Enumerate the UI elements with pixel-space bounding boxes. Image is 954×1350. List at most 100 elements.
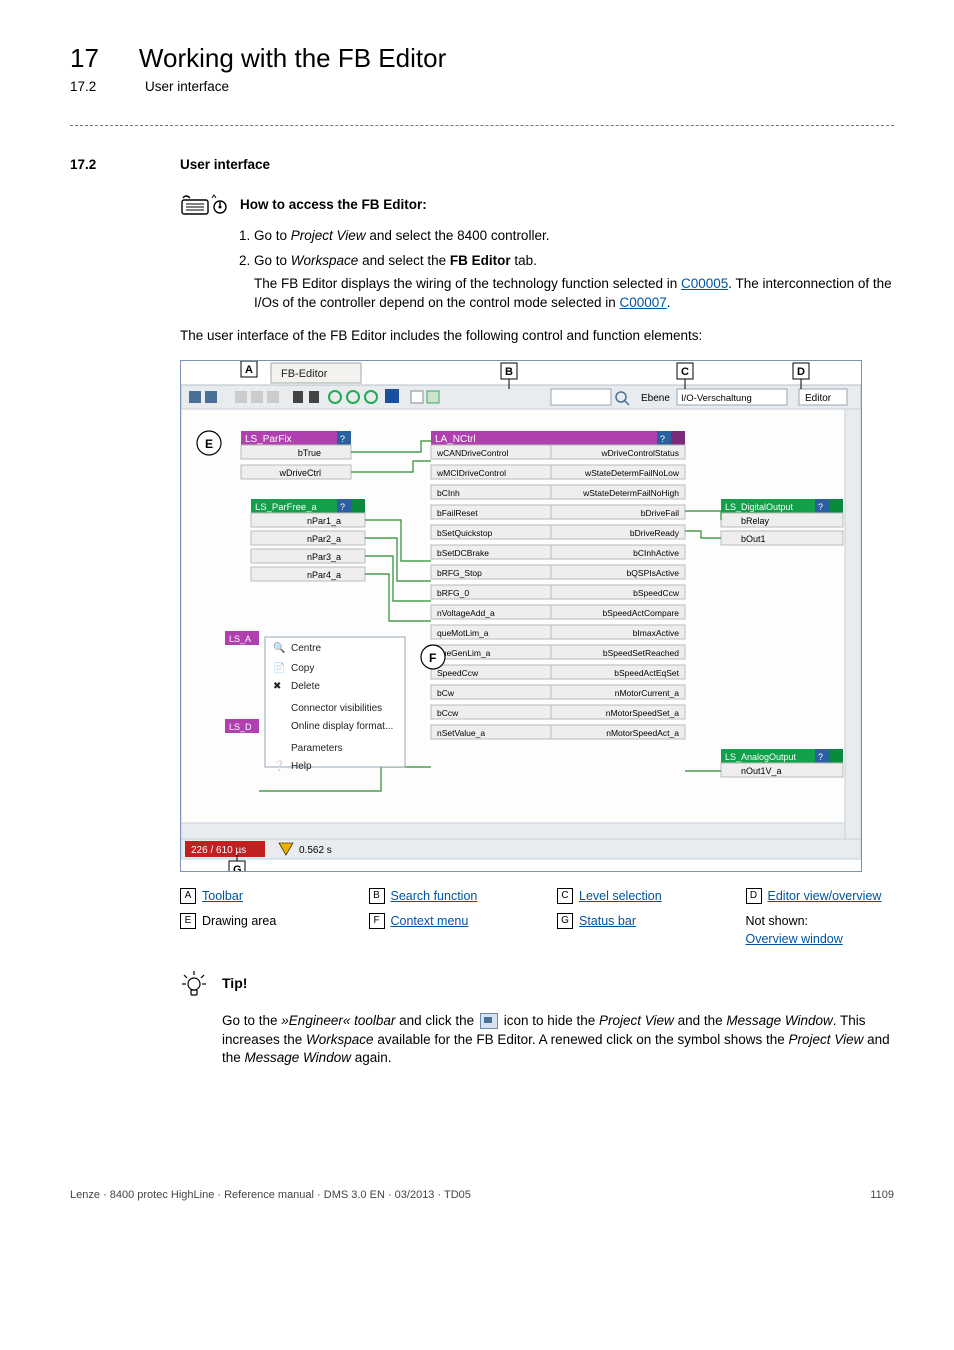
tip-t2: and click the — [395, 1013, 478, 1028]
svg-text:SpeedCcw: SpeedCcw — [437, 668, 479, 678]
svg-text:A: A — [245, 364, 253, 376]
svg-text:?: ? — [340, 434, 345, 444]
tip-i6: Message Window — [245, 1050, 351, 1065]
tip-i4: Workspace — [306, 1032, 374, 1047]
legend-not-shown: Not shown: Overview window — [746, 913, 895, 948]
svg-text:bSpeedActEqSet: bSpeedActEqSet — [614, 668, 679, 678]
legend-link-toolbar[interactable]: Toolbar — [202, 888, 243, 906]
svg-text:D: D — [797, 366, 805, 378]
tip-t6: available for the FB Editor. A renewed c… — [374, 1032, 789, 1047]
svg-text:❔: ❔ — [273, 759, 285, 772]
svg-text:LS_D: LS_D — [229, 722, 252, 732]
link-c00005[interactable]: C00005 — [681, 276, 728, 291]
svg-text:?: ? — [660, 434, 665, 444]
step2-body-t3: . — [667, 295, 671, 310]
legend-letter-b: B — [369, 888, 385, 904]
legend-a: A Toolbar — [180, 888, 329, 906]
svg-text:Parameters: Parameters — [291, 743, 343, 754]
footer-left: Lenze · 8400 protec HighLine · Reference… — [70, 1189, 471, 1201]
svg-text:bRelay: bRelay — [741, 516, 770, 526]
legend-link-search[interactable]: Search function — [391, 888, 478, 906]
svg-text:LA_NCtrl: LA_NCtrl — [435, 434, 476, 445]
svg-text:LS_ParFix: LS_ParFix — [245, 434, 292, 445]
svg-text:nSetValue_a: nSetValue_a — [437, 728, 485, 738]
svg-text:Centre: Centre — [291, 643, 321, 654]
legend-grid: A Toolbar B Search function C Level sele… — [180, 888, 894, 949]
step1-suffix: and select the 8400 controller. — [366, 228, 550, 243]
tip-body: Go to the »Engineer« toolbar and click t… — [222, 1012, 894, 1069]
svg-text:bSpeedCcw: bSpeedCcw — [633, 588, 680, 598]
svg-text:Ebene: Ebene — [641, 393, 670, 404]
step2-suffix: tab. — [511, 253, 537, 268]
svg-text:LS_AnalogOutput: LS_AnalogOutput — [725, 752, 797, 762]
step-1: Go to Project View and select the 8400 c… — [254, 227, 894, 246]
svg-text:LS_DigitalOutput: LS_DigitalOutput — [725, 502, 794, 512]
svg-text:📄: 📄 — [273, 661, 285, 674]
svg-text:wDriveCtrl: wDriveCtrl — [279, 468, 322, 478]
svg-text:bCInhActive: bCInhActive — [633, 548, 679, 558]
legend-letter-f: F — [369, 913, 385, 929]
legend-link-status-bar[interactable]: Status bar — [579, 913, 636, 931]
svg-text:Online display format...: Online display format... — [291, 721, 393, 732]
legend-letter-d: D — [746, 888, 762, 904]
subheader-title: User interface — [145, 78, 229, 97]
svg-text:nMotorCurrent_a: nMotorCurrent_a — [615, 688, 680, 698]
legend-f: F Context menu — [369, 913, 518, 948]
legend-c: C Level selection — [557, 888, 706, 906]
step2-bold: FB Editor — [450, 253, 511, 268]
howto-steps: Go to Project View and select the 8400 c… — [232, 227, 894, 313]
svg-text:nPar4_a: nPar4_a — [307, 570, 341, 580]
toggle-panels-icon — [480, 1013, 498, 1029]
tip-i1: »Engineer« toolbar — [281, 1013, 395, 1028]
tip-i2: Project View — [599, 1013, 674, 1028]
svg-text:bDriveReady: bDriveReady — [630, 528, 680, 538]
svg-text:bCw: bCw — [437, 688, 455, 698]
svg-text:bSetQuickstop: bSetQuickstop — [437, 528, 493, 538]
svg-text:0.562 s: 0.562 s — [299, 845, 332, 856]
legend-link-level[interactable]: Level selection — [579, 888, 662, 906]
legend-letter-e: E — [180, 913, 196, 929]
svg-text:nOut1V_a: nOut1V_a — [741, 766, 782, 776]
chapter-title: Working with the FB Editor — [139, 40, 446, 76]
intro-paragraph: The user interface of the FB Editor incl… — [180, 327, 894, 346]
tip-i5: Project View — [789, 1032, 864, 1047]
legend-letter-g: G — [557, 913, 573, 929]
tip-title: Tip! — [222, 974, 247, 994]
svg-text:?: ? — [818, 502, 823, 512]
svg-text:nMotorSpeedSet_a: nMotorSpeedSet_a — [606, 708, 680, 718]
step2-prefix: Go to — [254, 253, 291, 268]
step2-italic: Workspace — [291, 253, 359, 268]
step-2: Go to Workspace and select the FB Editor… — [254, 252, 894, 313]
separator — [70, 125, 894, 126]
tip-t8: again. — [351, 1050, 392, 1065]
svg-text:bCcw: bCcw — [437, 708, 459, 718]
howto-title: How to access the FB Editor: — [240, 196, 427, 215]
svg-text:bSpeedActCompare: bSpeedActCompare — [602, 608, 679, 618]
step1-prefix: Go to — [254, 228, 291, 243]
legend-link-overview-window[interactable]: Overview window — [746, 931, 843, 949]
svg-text:wStateDetermFailNoHigh: wStateDetermFailNoHigh — [582, 488, 679, 498]
legend-g: G Status bar — [557, 913, 706, 948]
legend-link-editor-view[interactable]: Editor view/overview — [768, 888, 882, 906]
svg-text:bFailReset: bFailReset — [437, 508, 478, 518]
legend-d: D Editor view/overview — [746, 888, 895, 906]
tab-label: FB-Editor — [281, 368, 328, 380]
link-c00007[interactable]: C00007 — [619, 295, 666, 310]
legend-link-context-menu[interactable]: Context menu — [391, 913, 469, 931]
svg-text:queMotLim_a: queMotLim_a — [437, 628, 489, 638]
svg-text:Delete: Delete — [291, 681, 320, 692]
screenshot-svg: FB-Editor A B — [180, 360, 862, 872]
step2-body: The FB Editor displays the wiring of the… — [254, 275, 894, 313]
svg-text:wMCIDriveControl: wMCIDriveControl — [436, 468, 506, 478]
howto-icon — [180, 193, 230, 217]
svg-text:I/O-Verschaltung: I/O-Verschaltung — [681, 393, 752, 404]
svg-text:E: E — [205, 437, 213, 451]
tip-t4: and the — [674, 1013, 727, 1028]
legend-letter-a: A — [180, 888, 196, 904]
svg-text:bTrue: bTrue — [298, 448, 321, 458]
section-number: 17.2 — [70, 156, 140, 175]
svg-text:Help: Help — [291, 761, 312, 772]
step2-body-t1: The FB Editor displays the wiring of the… — [254, 276, 681, 291]
svg-text:bDriveFail: bDriveFail — [641, 508, 679, 518]
svg-text:G: G — [233, 864, 242, 872]
